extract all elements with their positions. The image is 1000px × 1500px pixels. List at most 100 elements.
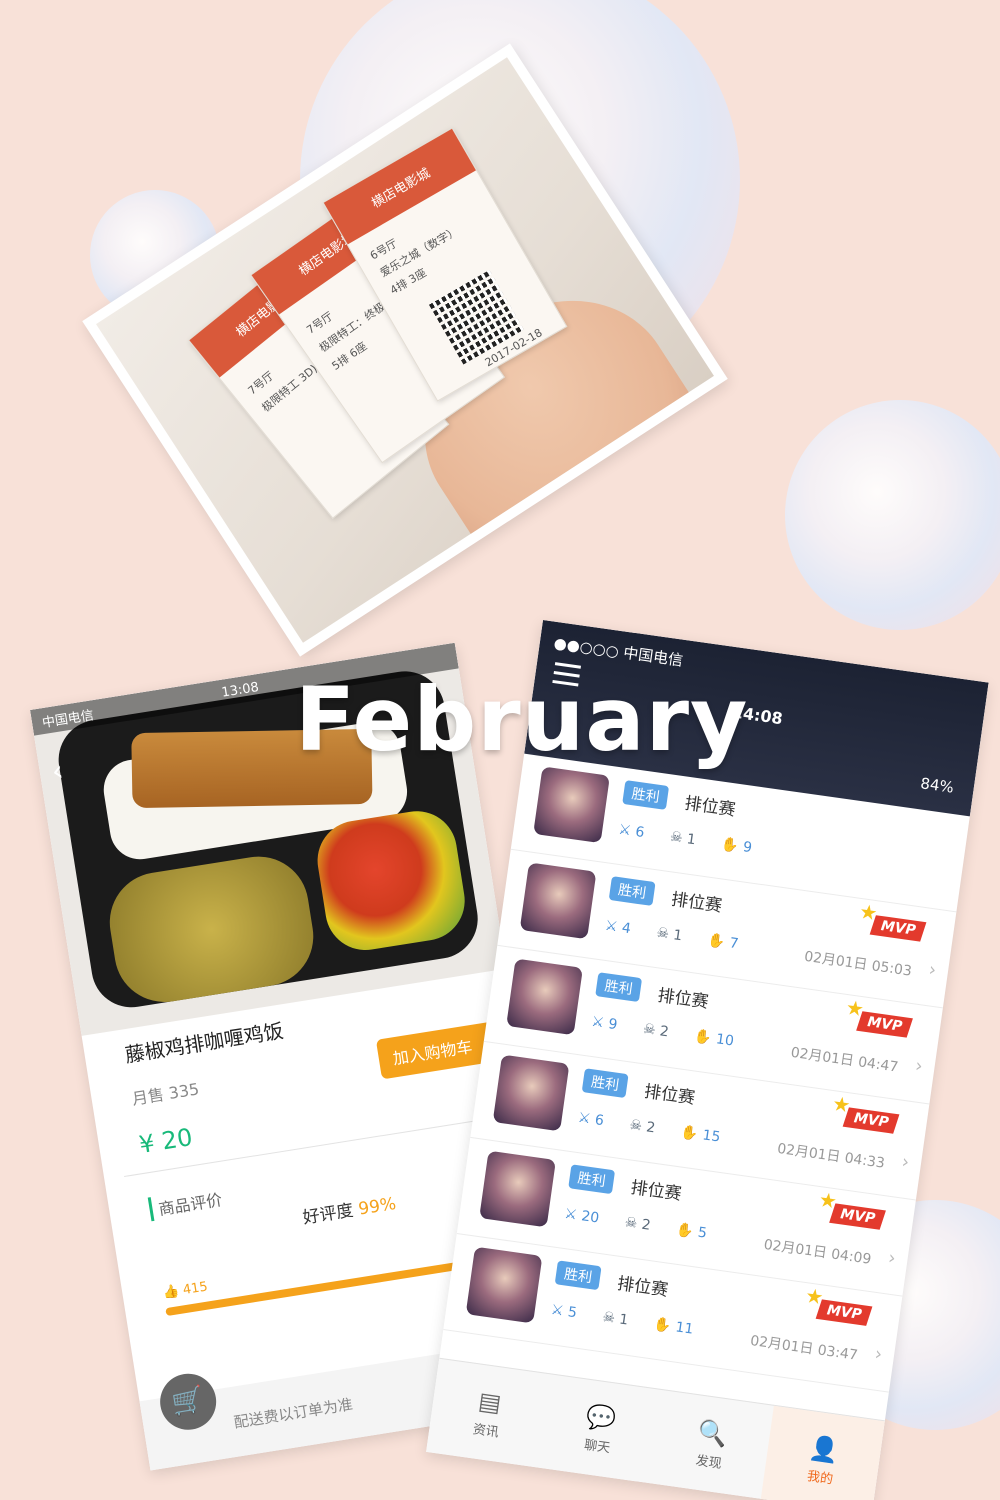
thumbs-up-icon: 👍 [161, 1283, 181, 1302]
mvp-badge: MVP [815, 1299, 873, 1326]
match-mode: 排位赛 [642, 1081, 697, 1109]
match-date: 02月01日 03:47 [749, 1332, 859, 1364]
tab-chat[interactable]: 💬 聊天 [537, 1374, 661, 1483]
kda-stats: ⚔ 20 ☠ 2 ✋ 5 [563, 1206, 707, 1242]
match-mode: 排位赛 [656, 985, 710, 1013]
kills-stat: ⚔ 20 [563, 1205, 601, 1227]
assists-value: 5 [696, 1224, 708, 1242]
deaths-stat: ☠ 1 [668, 828, 697, 849]
profile-icon: 👤 [807, 1432, 841, 1465]
tab-discover[interactable]: 🔍 发现 [649, 1390, 773, 1499]
good-rate-label: 好评度 [301, 1200, 355, 1229]
hero-avatar [519, 862, 597, 940]
assists-value: 9 [741, 839, 754, 857]
assists-stat: ✋ 5 [675, 1221, 708, 1242]
assists-stat: ✋ 9 [720, 836, 754, 857]
match-result-badge: 胜利 [554, 1260, 602, 1291]
status-time: 13:08 [220, 679, 260, 701]
tab-label: 资讯 [471, 1421, 500, 1441]
kda-stats: ⚔ 4 ☠ 1 ✋ 7 [604, 918, 740, 953]
match-result-badge: 胜利 [608, 876, 656, 906]
deaths-value: 1 [685, 831, 697, 849]
bubble-right [785, 400, 1000, 630]
match-mode: 排位赛 [615, 1273, 670, 1301]
good-rate-value: 99% [357, 1193, 398, 1220]
kills-stat: ⚔ 6 [617, 821, 646, 842]
chevron-right-icon: › [913, 1055, 924, 1078]
hero-avatar [479, 1150, 556, 1228]
mvp-badge: MVP [856, 1011, 913, 1038]
review-section-title: 商品评价 [147, 1186, 224, 1222]
kills-value: 5 [566, 1304, 578, 1322]
kda-stats: ⚔ 9 ☠ 2 ✋ 10 [590, 1014, 734, 1050]
assists-value: 7 [728, 935, 740, 953]
assists-value: 10 [714, 1031, 735, 1050]
good-rate: 好评度 99% [301, 1189, 398, 1229]
news-icon: ▤ [476, 1386, 504, 1418]
deaths-value: 1 [618, 1311, 630, 1329]
assists-stat: ✋ 15 [679, 1124, 722, 1146]
match-mode: 排位赛 [629, 1177, 683, 1205]
assists-value: 15 [701, 1127, 722, 1146]
kills-stat: ⚔ 6 [576, 1109, 605, 1130]
kills-stat: ⚔ 9 [590, 1013, 619, 1034]
hero-avatar [492, 1054, 570, 1132]
salad [311, 805, 471, 956]
assists-stat: ✋ 10 [693, 1028, 735, 1050]
chevron-right-icon: › [886, 1247, 897, 1270]
delivery-fee-note: 配送费以订单为准 [232, 1394, 354, 1432]
match-result-badge: 胜利 [595, 972, 643, 1003]
carrier-label: 中国电信 [41, 707, 95, 731]
deaths-value: 2 [640, 1216, 652, 1234]
hero-avatar [506, 958, 583, 1036]
hero-avatar [533, 766, 610, 844]
deaths-stat: ☠ 1 [601, 1309, 630, 1329]
kills-value: 20 [580, 1208, 601, 1227]
rating-bar [165, 1256, 493, 1317]
mvp-badge: MVP [869, 915, 927, 942]
match-result-badge: 胜利 [622, 780, 670, 810]
chevron-right-icon: › [927, 959, 938, 982]
deaths-stat: ☠ 1 [655, 924, 684, 945]
discover-icon: 🔍 [695, 1417, 730, 1449]
deaths-stat: ☠ 2 [641, 1020, 670, 1041]
kills-stat: ⚔ 4 [603, 917, 632, 938]
deaths-stat: ☠ 2 [628, 1117, 657, 1137]
match-mode: 排位赛 [683, 793, 737, 821]
deaths-value: 1 [672, 927, 684, 945]
kills-value: 6 [593, 1112, 605, 1130]
month-title: February [295, 668, 749, 771]
kills-value: 9 [607, 1016, 619, 1034]
match-result-badge: 胜利 [568, 1164, 616, 1195]
kda-stats: ⚔ 6 ☠ 1 ✋ 9 [617, 822, 753, 857]
tab-profile[interactable]: 👤 我的 [760, 1405, 885, 1500]
kda-stats: ⚔ 6 ☠ 2 ✋ 15 [577, 1110, 721, 1146]
battery-level: 84% [919, 774, 955, 797]
deaths-value: 2 [658, 1023, 670, 1041]
thumbs-up-count: 👍 415 [162, 1279, 209, 1301]
deaths-value: 2 [645, 1119, 657, 1137]
chevron-right-icon: › [873, 1343, 884, 1366]
match-mode: 排位赛 [669, 889, 724, 917]
assists-stat: ✋ 7 [706, 932, 740, 953]
assists-value: 11 [674, 1319, 695, 1338]
match-date: 02月01日 04:09 [762, 1236, 873, 1268]
kills-stat: ⚔ 5 [549, 1301, 578, 1322]
kda-stats: ⚔ 5 ☠ 1 ✋ 11 [550, 1302, 694, 1338]
mvp-badge: MVP [829, 1203, 886, 1230]
curry [102, 849, 321, 1010]
deaths-stat: ☠ 2 [623, 1214, 652, 1234]
chat-icon: 💬 [584, 1401, 619, 1434]
kills-value: 6 [634, 824, 646, 842]
tab-label: 发现 [694, 1453, 723, 1472]
match-date: 02月01日 05:03 [803, 948, 913, 980]
thumbs-up-value: 415 [181, 1279, 209, 1299]
match-date: 02月01日 04:33 [776, 1140, 886, 1172]
assists-stat: ✋ 11 [652, 1316, 695, 1338]
match-date: 02月01日 04:47 [789, 1044, 900, 1076]
mvp-badge: MVP [842, 1107, 900, 1134]
tab-news[interactable]: ▤ 资讯 [426, 1359, 550, 1468]
hero-avatar [465, 1246, 543, 1324]
kills-value: 4 [620, 920, 632, 938]
tab-label: 我的 [806, 1468, 834, 1488]
